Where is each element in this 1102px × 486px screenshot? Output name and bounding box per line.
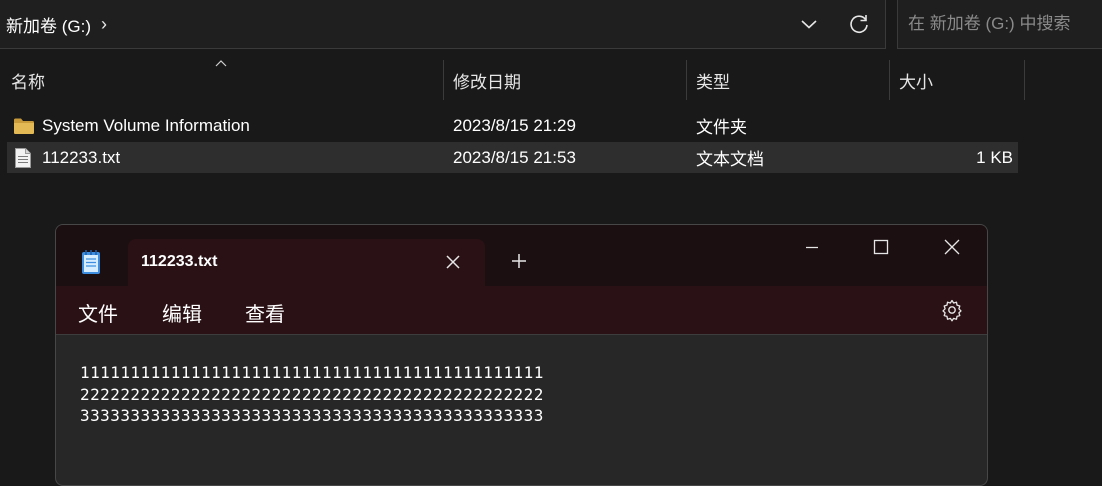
search-input[interactable] <box>898 0 1102 48</box>
divider <box>56 334 987 335</box>
text-line: 1111111111111111111111111111111111111111… <box>80 363 544 382</box>
column-header-name[interactable]: 名称 <box>11 60 441 100</box>
breadcrumb-location[interactable]: 新加卷 (G:) <box>6 12 91 37</box>
file-date: 2023/8/15 21:53 <box>453 147 576 167</box>
file-name: 112233.txt <box>42 147 121 167</box>
column-header-type[interactable]: 类型 <box>696 60 886 100</box>
minimize-icon[interactable] <box>797 235 827 259</box>
close-window-icon[interactable] <box>937 235 967 259</box>
refresh-icon[interactable] <box>846 12 872 36</box>
text-line: 3333333333333333333333333333333333333333… <box>80 406 544 425</box>
folder-icon <box>13 110 37 141</box>
column-header-size[interactable]: 大小 <box>899 60 1019 100</box>
address-bar[interactable]: 新加卷 (G:) › <box>0 0 886 49</box>
menu-view[interactable]: 查看 <box>245 298 285 327</box>
column-header-row: 名称 修改日期 类型 大小 <box>0 60 1025 100</box>
new-tab-icon[interactable] <box>508 250 530 272</box>
text-file-icon <box>14 142 36 173</box>
tab-title: 112233.txt <box>141 253 218 270</box>
text-editor[interactable]: 1111111111111111111111111111111111111111… <box>80 362 544 427</box>
menu-edit[interactable]: 编辑 <box>162 298 202 327</box>
file-size: 1 KB <box>976 147 1013 167</box>
file-row[interactable]: System Volume Information 2023/8/15 21:2… <box>7 110 1018 141</box>
column-divider[interactable] <box>1024 60 1025 100</box>
maximize-icon[interactable] <box>866 235 896 259</box>
notepad-titlebar[interactable]: 112233.txt <box>56 225 987 286</box>
search-box[interactable] <box>897 0 1102 49</box>
tab-document[interactable]: 112233.txt <box>128 239 485 286</box>
column-header-date[interactable]: 修改日期 <box>453 60 683 100</box>
menu-file[interactable]: 文件 <box>78 298 118 327</box>
gear-icon[interactable] <box>940 298 964 322</box>
file-type: 文件夹 <box>696 118 747 137</box>
file-name: System Volume Information <box>42 115 250 135</box>
file-row[interactable]: 112233.txt 2023/8/15 21:53 文本文档 1 KB <box>7 142 1018 173</box>
breadcrumb[interactable]: 新加卷 (G:) › <box>6 12 107 37</box>
column-divider[interactable] <box>443 60 444 100</box>
close-tab-icon[interactable] <box>442 251 464 273</box>
notepad-app-icon <box>80 249 102 280</box>
file-date: 2023/8/15 21:29 <box>453 115 576 135</box>
column-divider[interactable] <box>686 60 687 100</box>
notepad-window: 112233.txt 文件 编辑 查看 11111111111111111111… <box>55 224 988 486</box>
breadcrumb-separator[interactable]: › <box>101 14 107 35</box>
file-type: 文本文档 <box>696 150 764 169</box>
column-divider[interactable] <box>889 60 890 100</box>
text-line: 2222222222222222222222222222222222222222… <box>80 384 544 404</box>
notepad-menubar: 文件 编辑 查看 <box>56 286 987 334</box>
chevron-down-icon[interactable] <box>796 12 822 36</box>
